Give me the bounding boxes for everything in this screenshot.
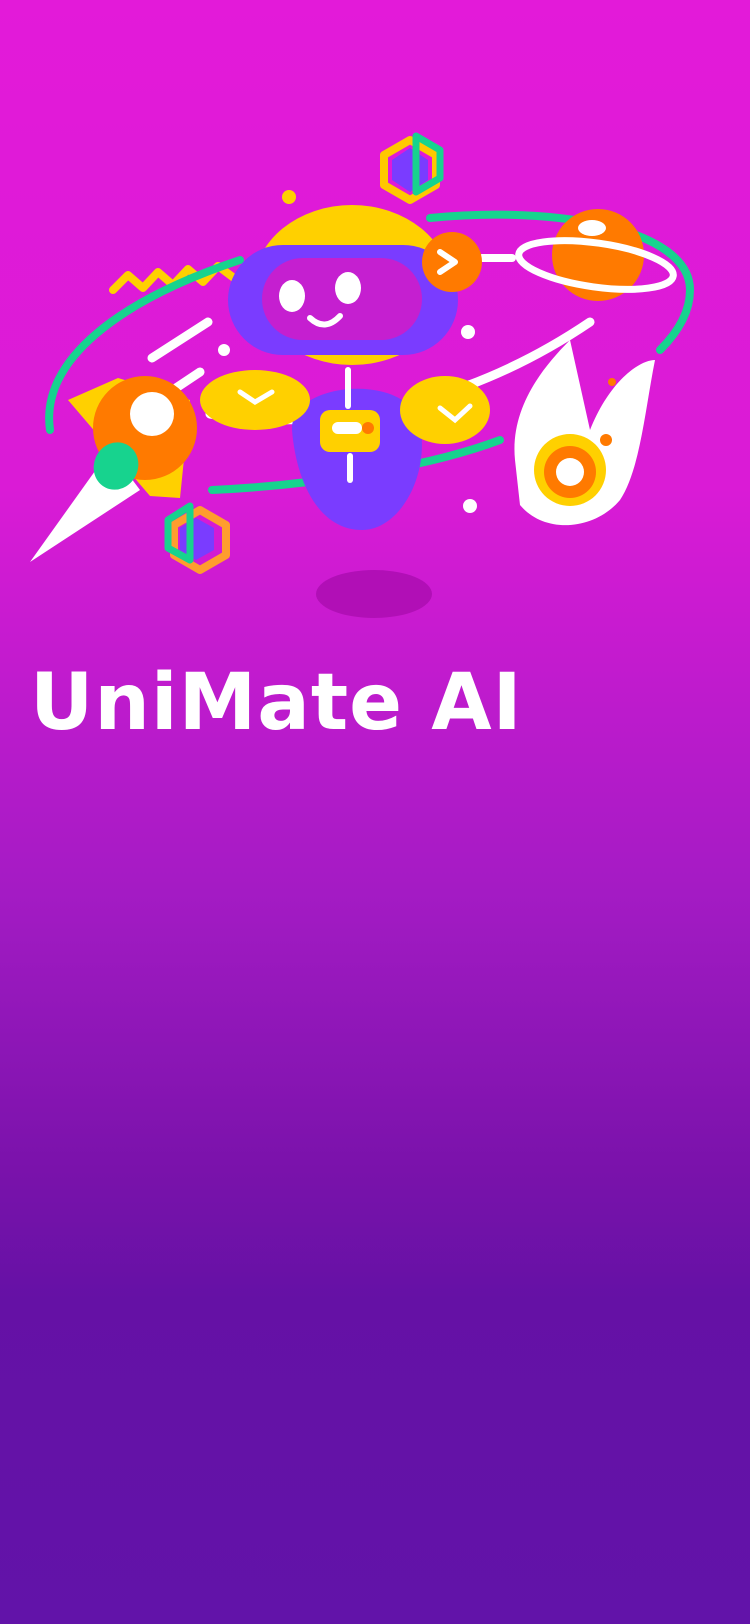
hero-illustration <box>0 110 750 630</box>
cube-bottom-icon <box>164 502 230 574</box>
robot-shadow <box>316 570 432 618</box>
robot-head <box>228 205 482 365</box>
cube-top-icon <box>380 132 444 204</box>
splash-screen: UniMate AI <box>0 0 750 1624</box>
comet-icon <box>514 340 655 526</box>
robot-body <box>200 367 490 530</box>
dot-yellow <box>282 190 296 204</box>
planet-icon <box>515 209 677 301</box>
app-title: UniMate AI <box>30 658 523 748</box>
robot-illustration <box>30 132 695 618</box>
